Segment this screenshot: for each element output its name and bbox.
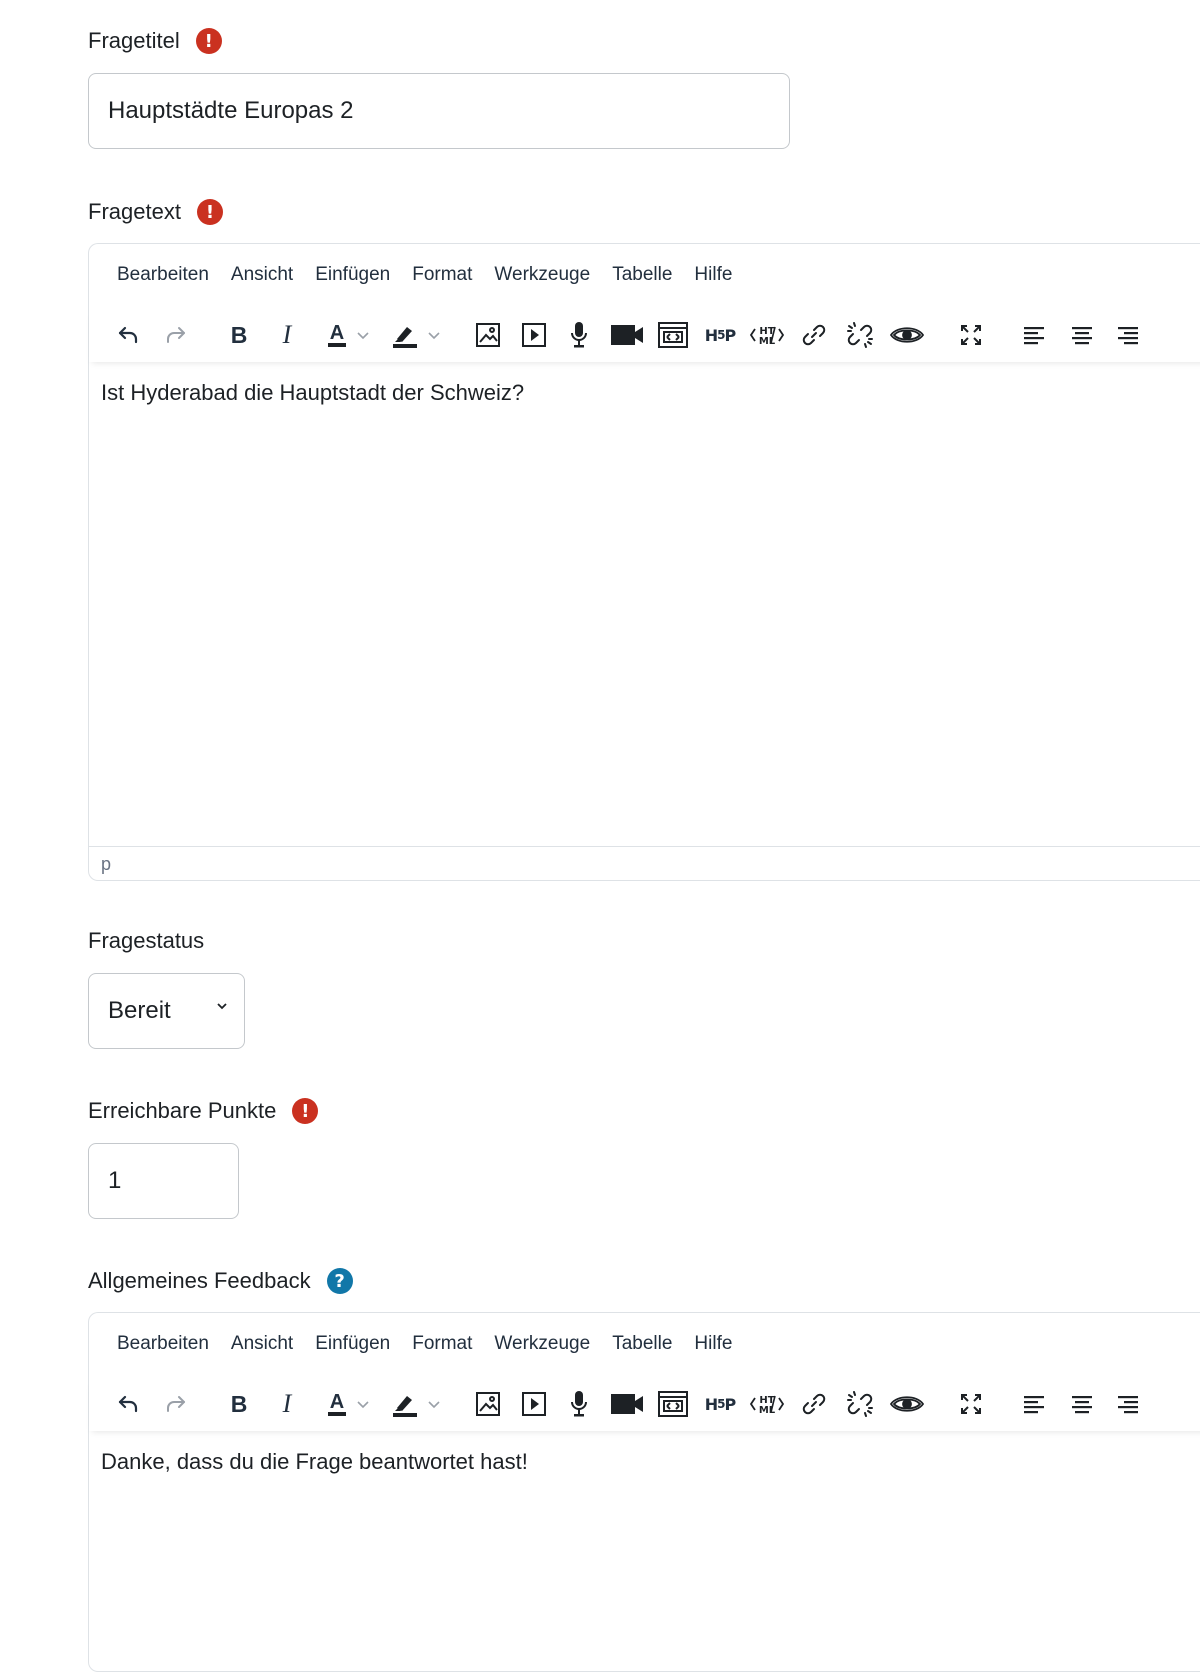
chevron-down-icon — [357, 1401, 369, 1409]
text-color-icon[interactable]: A — [319, 316, 379, 354]
link-icon[interactable] — [799, 316, 829, 354]
required-icon[interactable]: ! — [196, 199, 223, 225]
media-icon[interactable] — [519, 316, 549, 354]
question-title-label: Fragetitel ! — [88, 28, 222, 54]
video-camera-icon[interactable] — [609, 316, 645, 354]
media-icon[interactable] — [519, 1385, 549, 1423]
max-points-value: 1 — [108, 1167, 122, 1194]
max-points-label: Erreichbare Punkte ! — [88, 1098, 319, 1124]
menu-view[interactable]: Ansicht — [231, 264, 293, 286]
html-icon[interactable]: HT ML — [749, 316, 785, 354]
menu-view[interactable]: Ansicht — [231, 1333, 293, 1355]
chevron-down-icon — [217, 1003, 227, 1010]
preview-icon[interactable] — [889, 1385, 925, 1423]
align-right-icon[interactable] — [1115, 316, 1141, 354]
question-status-label-text: Fragestatus — [88, 928, 205, 953]
svg-text:ML: ML — [759, 1405, 776, 1416]
fullscreen-icon[interactable] — [959, 316, 983, 354]
redo-icon[interactable] — [161, 1385, 191, 1423]
align-left-icon[interactable] — [1021, 316, 1047, 354]
text-color-glyph: A — [327, 1392, 347, 1416]
menu-edit[interactable]: Bearbeiten — [117, 1333, 209, 1355]
editor-toolbar: B I A H5P HT ML — [89, 1379, 1200, 1431]
unlink-icon[interactable] — [845, 316, 875, 354]
unlink-icon[interactable] — [845, 1385, 875, 1423]
html-icon[interactable]: HT ML — [749, 1385, 785, 1423]
menu-help[interactable]: Hilfe — [694, 264, 732, 286]
chevron-down-icon — [428, 1401, 440, 1409]
video-camera-icon[interactable] — [609, 1385, 645, 1423]
italic-icon[interactable]: I — [275, 1385, 299, 1423]
max-points-input[interactable]: 1 — [88, 1143, 239, 1219]
svg-text:ML: ML — [759, 336, 776, 347]
h5p-icon[interactable]: H5P — [703, 1385, 737, 1423]
question-title-input[interactable]: Hauptstädte Europas 2 — [88, 73, 790, 149]
question-status-label: Fragestatus — [88, 928, 204, 954]
fullscreen-icon[interactable] — [959, 1385, 983, 1423]
menu-table[interactable]: Tabelle — [612, 1333, 672, 1355]
editor-menubar: Bearbeiten Ansicht Einfügen Format Werkz… — [117, 264, 732, 286]
text-color-glyph: A — [327, 323, 347, 347]
menu-table[interactable]: Tabelle — [612, 264, 672, 286]
preview-icon[interactable] — [889, 316, 925, 354]
editor-toolbar: B I A H5P HT ML — [89, 310, 1200, 362]
bold-icon[interactable]: B — [225, 316, 253, 354]
microphone-icon[interactable] — [567, 1385, 591, 1423]
menu-format[interactable]: Format — [412, 1333, 472, 1355]
highlight-icon[interactable] — [385, 316, 447, 354]
general-feedback-label: Allgemeines Feedback ? — [88, 1268, 353, 1294]
editor-statusbar-path[interactable]: p — [89, 846, 1200, 880]
align-center-icon[interactable] — [1069, 1385, 1095, 1423]
chevron-down-icon — [428, 332, 440, 340]
max-points-label-text: Erreichbare Punkte — [88, 1098, 277, 1123]
editor-menubar: Bearbeiten Ansicht Einfügen Format Werkz… — [117, 1333, 732, 1355]
question-status-value: Bereit — [108, 997, 171, 1024]
menu-tools[interactable]: Werkzeuge — [494, 1333, 590, 1355]
menu-help[interactable]: Hilfe — [694, 1333, 732, 1355]
question-title-label-text: Fragetitel — [88, 28, 180, 53]
embed-icon[interactable] — [657, 1385, 689, 1423]
image-icon[interactable] — [473, 1385, 503, 1423]
menu-insert[interactable]: Einfügen — [315, 264, 390, 286]
align-center-icon[interactable] — [1069, 316, 1095, 354]
help-icon[interactable]: ? — [326, 1268, 353, 1294]
question-text-editor[interactable]: Bearbeiten Ansicht Einfügen Format Werkz… — [88, 243, 1200, 881]
undo-icon[interactable] — [113, 316, 143, 354]
required-icon[interactable]: ! — [292, 1098, 319, 1124]
menu-insert[interactable]: Einfügen — [315, 1333, 390, 1355]
align-right-icon[interactable] — [1115, 1385, 1141, 1423]
general-feedback-content[interactable]: Danke, dass du die Frage beantwortet has… — [101, 1449, 528, 1475]
h5p-icon[interactable]: H5P — [703, 316, 737, 354]
microphone-icon[interactable] — [567, 316, 591, 354]
embed-icon[interactable] — [657, 316, 689, 354]
undo-icon[interactable] — [113, 1385, 143, 1423]
highlight-icon[interactable] — [385, 1385, 447, 1423]
question-title-value: Hauptstädte Europas 2 — [108, 97, 354, 124]
menu-tools[interactable]: Werkzeuge — [494, 264, 590, 286]
general-feedback-label-text: Allgemeines Feedback — [88, 1268, 311, 1293]
align-left-icon[interactable] — [1021, 1385, 1047, 1423]
menu-edit[interactable]: Bearbeiten — [117, 264, 209, 286]
question-status-select[interactable]: Bereit — [88, 973, 245, 1049]
bold-icon[interactable]: B — [225, 1385, 253, 1423]
italic-icon[interactable]: I — [275, 316, 299, 354]
redo-icon[interactable] — [161, 316, 191, 354]
chevron-down-icon — [357, 332, 369, 340]
image-icon[interactable] — [473, 316, 503, 354]
question-text-label: Fragetext ! — [88, 199, 223, 225]
question-text-label-text: Fragetext — [88, 199, 181, 224]
menu-format[interactable]: Format — [412, 264, 472, 286]
link-icon[interactable] — [799, 1385, 829, 1423]
question-text-content[interactable]: Ist Hyderabad die Hauptstadt der Schweiz… — [101, 380, 524, 406]
text-color-icon[interactable]: A — [319, 1385, 379, 1423]
general-feedback-editor[interactable]: Bearbeiten Ansicht Einfügen Format Werkz… — [88, 1312, 1200, 1672]
required-icon[interactable]: ! — [195, 28, 222, 54]
